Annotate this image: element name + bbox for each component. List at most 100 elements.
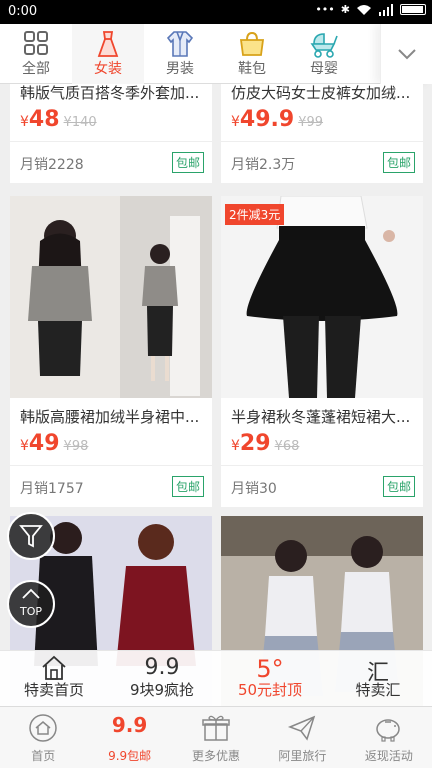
product-price: 49.9 bbox=[239, 107, 295, 132]
wifi-icon bbox=[357, 4, 371, 15]
battery-icon bbox=[400, 4, 426, 15]
product-card[interactable]: 韩版高腰裙加绒半身裙中... ¥49 ¥98 月销1757 包邮 bbox=[10, 196, 212, 507]
subnav-nine-nine[interactable]: 9.9 9块9疯抢 bbox=[108, 651, 216, 706]
bottom-nav: 首页 9.9 9.9包邮 更多优惠 阿里旅行 返现活动 bbox=[0, 706, 432, 768]
category-all[interactable]: 全部 bbox=[0, 24, 72, 84]
nav-more-deals[interactable]: 更多优惠 bbox=[173, 707, 259, 768]
status-time: 0:00 bbox=[8, 4, 38, 19]
product-card[interactable]: 仿皮大码女士皮裤女加绒... ¥49.9 ¥99 月销2.3万 包邮 bbox=[221, 84, 423, 183]
filter-button[interactable] bbox=[7, 512, 55, 560]
stroller-icon bbox=[288, 24, 360, 58]
status-icons: ••• ✱ bbox=[315, 3, 426, 16]
product-sales: 月销2228 bbox=[20, 157, 84, 173]
product-original-price: ¥68 bbox=[274, 439, 300, 454]
product-sales: 月销1757 bbox=[20, 481, 84, 497]
product-sales: 月销2.3万 bbox=[231, 157, 296, 173]
nine-nine-icon: 9.9 bbox=[144, 655, 180, 680]
filter-icon bbox=[19, 525, 43, 548]
product-sales: 月销30 bbox=[231, 481, 277, 497]
category-women[interactable]: 女装 bbox=[72, 24, 144, 84]
product-photo-women-skirt bbox=[10, 196, 212, 398]
promo-badge: 2件减3元 bbox=[225, 204, 285, 225]
product-title: 韩版气质百搭冬季外套加... bbox=[20, 84, 200, 102]
product-image: 2件减3元 bbox=[221, 196, 423, 398]
nav-cashback-activity[interactable]: 返现活动 bbox=[346, 707, 432, 768]
paper-plane-icon bbox=[259, 707, 345, 745]
home-circle-icon bbox=[0, 707, 86, 745]
free-shipping-badge: 包邮 bbox=[171, 476, 204, 497]
subnav-sale-home[interactable]: 特卖首页 bbox=[0, 651, 108, 706]
bluetooth-icon: ✱ bbox=[340, 3, 350, 16]
nav-nine-nine-free-shipping[interactable]: 9.9 9.9包邮 bbox=[86, 707, 172, 768]
product-card[interactable]: 2件减3元 半身裙秋冬蓬蓬裙短裙大... ¥29 ¥68 月销30 包邮 bbox=[221, 196, 423, 507]
product-title: 半身裙秋冬蓬蓬裙短裙大... bbox=[231, 408, 411, 426]
nav-label: 首页 bbox=[31, 749, 56, 763]
category-shoes-bags[interactable]: 鞋包 bbox=[216, 24, 288, 84]
product-title: 韩版高腰裙加绒半身裙中... bbox=[20, 408, 200, 426]
nav-label: 阿里旅行 bbox=[278, 749, 327, 763]
product-sales-line: 月销30 包邮 bbox=[221, 465, 423, 507]
chevron-down-icon bbox=[398, 49, 416, 60]
product-image bbox=[10, 196, 212, 398]
category-label: 全部 bbox=[22, 61, 50, 77]
nav-label: 返现活动 bbox=[364, 749, 413, 763]
category-label: 女装 bbox=[94, 61, 122, 77]
status-bar: 0:00 ••• ✱ bbox=[0, 0, 432, 24]
signal-icon bbox=[379, 3, 393, 16]
category-expand-button[interactable] bbox=[380, 24, 432, 84]
free-shipping-badge: 包邮 bbox=[382, 476, 415, 497]
nav-ali-travel[interactable]: 阿里旅行 bbox=[259, 707, 345, 768]
suit-icon bbox=[144, 24, 216, 58]
handbag-icon bbox=[216, 24, 288, 58]
back-to-top-label: TOP bbox=[19, 605, 42, 618]
product-photo-black-skirt bbox=[221, 196, 423, 398]
subnav-label: 特卖首页 bbox=[23, 681, 84, 699]
product-original-price: ¥98 bbox=[63, 439, 89, 454]
product-title: 仿皮大码女士皮裤女加绒... bbox=[231, 84, 411, 102]
product-price-line: ¥49.9 ¥99 bbox=[221, 103, 423, 141]
hui-icon: 汇 bbox=[366, 661, 389, 686]
dots-icon: ••• bbox=[315, 3, 335, 16]
nav-label: 9.9包邮 bbox=[108, 749, 152, 763]
product-feed[interactable]: 韩版气质百搭冬季外套加... ¥48 ¥140 月销2228 包邮 仿皮大码女士皮… bbox=[0, 84, 432, 706]
currency-symbol: ¥ bbox=[20, 438, 29, 454]
category-bar: 全部 女装 男装 鞋包 母婴 bbox=[0, 24, 432, 84]
subnav-sale-hub[interactable]: 汇 特卖汇 bbox=[324, 651, 432, 706]
piggy-bank-icon bbox=[346, 707, 432, 745]
nav-home[interactable]: 首页 bbox=[0, 707, 86, 768]
subnav-label: 9块9疯抢 bbox=[129, 681, 195, 699]
product-price: 49 bbox=[28, 431, 60, 456]
free-shipping-badge: 包邮 bbox=[382, 152, 415, 173]
subnav-label: 特卖汇 bbox=[355, 681, 401, 699]
product-price-line: ¥48 ¥140 bbox=[10, 103, 212, 141]
category-label: 母婴 bbox=[310, 61, 338, 77]
subnav-label: 50元封顶 bbox=[237, 681, 303, 699]
product-price: 29 bbox=[239, 431, 271, 456]
home-icon bbox=[0, 651, 108, 680]
promo-subnav: 特卖首页 9.9 9块9疯抢 5° 50元封顶 汇 特卖汇 bbox=[0, 650, 432, 706]
subnav-fifty-cap[interactable]: 5° 50元封顶 bbox=[216, 651, 324, 706]
nine-nine-icon: 9.9 bbox=[111, 713, 148, 737]
back-to-top-button[interactable]: TOP bbox=[7, 580, 55, 628]
product-sales-line: 月销1757 包邮 bbox=[10, 465, 212, 507]
product-sales-line: 月销2.3万 包邮 bbox=[221, 141, 423, 183]
product-price: 48 bbox=[28, 107, 60, 132]
product-price-line: ¥29 ¥68 bbox=[221, 427, 423, 465]
category-label: 男装 bbox=[166, 61, 194, 77]
currency-symbol: ¥ bbox=[231, 114, 240, 130]
category-label: 鞋包 bbox=[238, 61, 266, 77]
grid-icon bbox=[0, 24, 72, 58]
product-original-price: ¥140 bbox=[63, 115, 97, 130]
category-mother-baby[interactable]: 母婴 bbox=[288, 24, 360, 84]
chevron-up-icon bbox=[22, 588, 40, 599]
currency-symbol: ¥ bbox=[20, 114, 29, 130]
category-men[interactable]: 男装 bbox=[144, 24, 216, 84]
product-sales-line: 月销2228 包邮 bbox=[10, 141, 212, 183]
dress-icon bbox=[72, 24, 144, 58]
currency-symbol: ¥ bbox=[231, 438, 240, 454]
fifty-icon: 5° bbox=[256, 655, 284, 683]
gift-icon bbox=[173, 707, 259, 745]
product-card[interactable]: 韩版气质百搭冬季外套加... ¥48 ¥140 月销2228 包邮 bbox=[10, 84, 212, 183]
nav-label: 更多优惠 bbox=[192, 749, 241, 763]
product-price-line: ¥49 ¥98 bbox=[10, 427, 212, 465]
